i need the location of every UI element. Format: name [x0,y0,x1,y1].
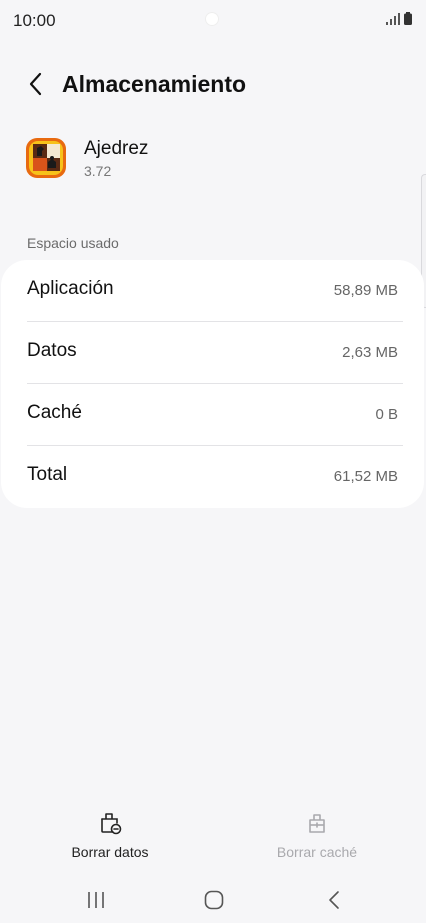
app-name: Ajedrez [84,138,149,159]
status-icons [386,12,412,25]
bottom-actions: Borrar datos Borrar caché [0,810,426,870]
recents-button[interactable] [76,885,116,915]
storage-card: Aplicación 58,89 MB Datos 2,63 MB Caché … [1,260,424,508]
app-version: 3.72 [84,163,112,179]
page-title: Almacenamiento [62,71,247,97]
clear-cache-button[interactable]: Borrar caché [232,810,402,870]
back-button[interactable] [20,68,52,100]
row-value: 61,52 MB [333,468,398,485]
row-value: 2,63 MB [342,344,398,361]
header: Almacenamiento [0,62,426,106]
front-camera [205,12,219,26]
clear-data-icon [101,813,122,835]
row-label: Caché [27,402,82,423]
clear-cache-icon [309,814,325,833]
storage-row-total: Total 61,52 MB [1,446,424,508]
chevron-left-icon [29,72,42,96]
home-button[interactable] [194,885,234,915]
row-label: Total [27,464,68,485]
clear-cache-label: Borrar caché [276,844,358,860]
row-label: Aplicación [27,278,114,299]
storage-row-cache: Caché 0 B [1,384,424,446]
back-icon [329,891,339,909]
status-bar: 10:00 [0,0,426,40]
clear-data-label: Borrar datos [71,844,149,860]
clear-data-button[interactable]: Borrar datos [25,810,195,870]
status-time: 10:00 [13,11,56,30]
navigation-bar [0,875,426,923]
recents-icon [88,892,104,908]
storage-row-data: Datos 2,63 MB [1,322,424,384]
row-value: 58,89 MB [333,282,398,299]
app-info: Ajedrez 3.72 [0,135,426,185]
nav-back-button[interactable] [314,885,354,915]
home-icon [204,890,224,910]
section-label: Espacio usado [27,235,119,251]
row-value: 0 B [375,406,398,423]
chess-app-icon [26,138,66,178]
row-label: Datos [27,340,77,361]
signal-icon [386,13,400,25]
battery-icon [404,12,412,25]
storage-row-app: Aplicación 58,89 MB [1,260,424,322]
